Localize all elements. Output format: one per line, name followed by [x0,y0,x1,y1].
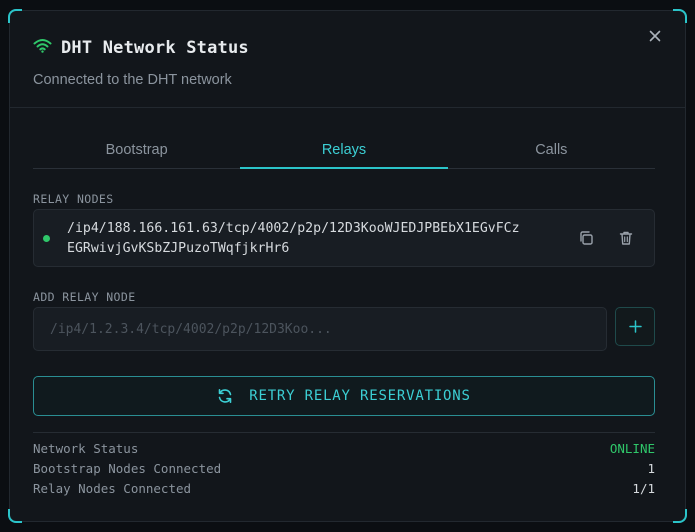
dialog-subtitle: Connected to the DHT network [33,72,232,88]
stats-divider [33,432,655,433]
dialog-header: DHT Network Status [33,38,249,58]
stat-label: Network Status [33,441,139,456]
copy-relay-button[interactable] [576,228,596,248]
corner-accent-bottom-left [8,509,22,523]
refresh-icon [218,389,232,403]
stat-label: Relay Nodes Connected [33,481,192,496]
add-relay-label: ADD RELAY NODE [33,290,136,304]
stat-relay-connected: Relay Nodes Connected 1/1 [33,481,655,496]
header-divider [10,107,685,108]
stat-bootstrap-connected: Bootstrap Nodes Connected 1 [33,461,655,476]
relay-address-field [33,307,607,351]
relay-address-line-1: /ip4/188.166.161.63/tcp/4002/p2p/12D3Koo… [67,221,520,236]
copy-icon [580,231,593,245]
tab-calls[interactable]: Calls [448,138,655,168]
bootstrap-count-value: 1 [647,461,655,476]
relay-address-line-2: EGRwivjGvKSbZJPuzoTWqfjkrHr6 [67,241,290,256]
corner-accent-bottom-right [673,509,687,523]
network-status-value: ONLINE [609,441,655,456]
relay-count-value: 1/1 [632,481,655,496]
tab-bootstrap[interactable]: Bootstrap [33,138,240,168]
corner-accent-top-left [8,9,22,23]
trash-icon [619,231,633,245]
retry-button-label: RETRY RELAY RESERVATIONS [249,388,471,404]
tab-relays[interactable]: Relays [240,138,448,169]
online-status-dot [43,235,50,242]
relay-node-address: /ip4/188.166.161.63/tcp/4002/p2p/12D3Koo… [67,219,520,259]
stat-label: Bootstrap Nodes Connected [33,461,222,476]
close-button[interactable] [646,27,664,45]
tab-bar: Bootstrap Relays Calls [33,138,655,169]
add-relay-button[interactable] [615,307,655,346]
stat-network-status: Network Status ONLINE [33,441,655,456]
relay-nodes-label: RELAY NODES [33,192,114,206]
relay-address-input[interactable] [34,308,606,350]
plus-icon [628,320,642,333]
wifi-icon [33,38,52,58]
relay-node-item: /ip4/188.166.161.63/tcp/4002/p2p/12D3Koo… [33,209,655,267]
delete-relay-button[interactable] [616,228,636,248]
close-icon [649,30,661,42]
retry-relay-reservations-button[interactable]: RETRY RELAY RESERVATIONS [33,376,655,416]
dialog-title: DHT Network Status [61,38,249,58]
corner-accent-top-right [673,9,687,23]
